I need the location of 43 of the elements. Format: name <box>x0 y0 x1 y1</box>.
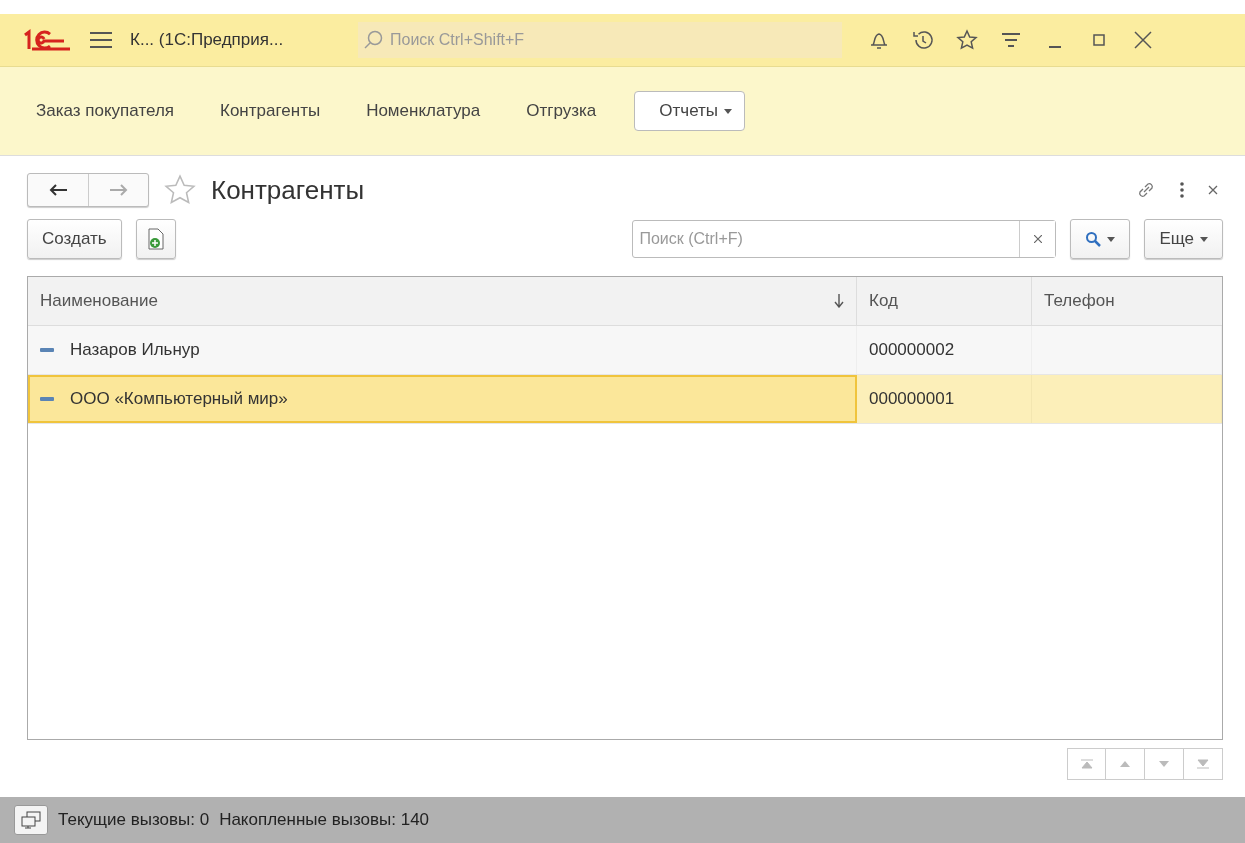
more-button[interactable]: Еще <box>1144 219 1223 259</box>
form-title: Контрагенты <box>211 174 366 206</box>
search-field[interactable]: Поиск (Ctrl+F) <box>632 220 1057 258</box>
section-link[interactable]: Отгрузка <box>518 101 605 121</box>
current-calls-text: Текущие вызовы: 0 <box>58 810 210 830</box>
table-row[interactable]: Назаров Ильнур 000000002 <box>28 326 1222 375</box>
column-header[interactable]: Наименование <box>28 277 857 325</box>
search-options-button[interactable] <box>1070 219 1131 259</box>
windows-icon <box>20 811 42 829</box>
column-header[interactable]: Код <box>857 277 1032 325</box>
item-icon <box>40 348 54 352</box>
up-triangle-icon <box>1119 760 1131 768</box>
left-arrow-icon <box>49 184 67 196</box>
cell-text: 000000001 <box>869 389 955 409</box>
item-icon <box>40 397 54 401</box>
accumulated-calls-text: Накопленные вызовы: 140 <box>219 810 430 830</box>
search-icon <box>364 30 384 50</box>
section-link[interactable]: Заказ покупателя <box>28 101 182 121</box>
document-add-icon <box>146 228 165 250</box>
last-icon <box>1197 759 1209 769</box>
create-copy-button[interactable] <box>135 219 176 259</box>
section-link[interactable]: Номенклатура <box>358 101 489 121</box>
global-search-field[interactable]: Поиск Ctrl+Shift+F <box>358 22 842 58</box>
caret-icon <box>1107 236 1116 242</box>
create-button[interactable]: Создать <box>27 219 122 259</box>
favorite-star-icon[interactable] <box>163 173 197 207</box>
caret-icon <box>1200 236 1208 242</box>
reports-dropdown[interactable]: Отчеты <box>634 91 746 131</box>
cell-text: 000000002 <box>869 340 955 360</box>
section-link[interactable]: Контрагенты <box>212 101 329 121</box>
logo-icon <box>22 29 72 51</box>
table-row[interactable]: ООО «Компьютерный мир» 000000001 <box>28 375 1222 424</box>
first-icon <box>1080 759 1093 769</box>
down-triangle-icon <box>1158 760 1170 768</box>
right-arrow-icon <box>109 184 128 196</box>
close-icon <box>1033 235 1042 243</box>
windows-button[interactable] <box>14 805 48 835</box>
cell-text: Назаров Ильнур <box>70 340 200 360</box>
window-title: К... (1С:Предприя... <box>130 30 285 50</box>
column-header[interactable]: Телефон <box>1032 277 1222 325</box>
caret-icon <box>724 108 733 114</box>
cell-text: ООО «Компьютерный мир» <box>70 389 288 409</box>
search-icon <box>1085 231 1102 247</box>
